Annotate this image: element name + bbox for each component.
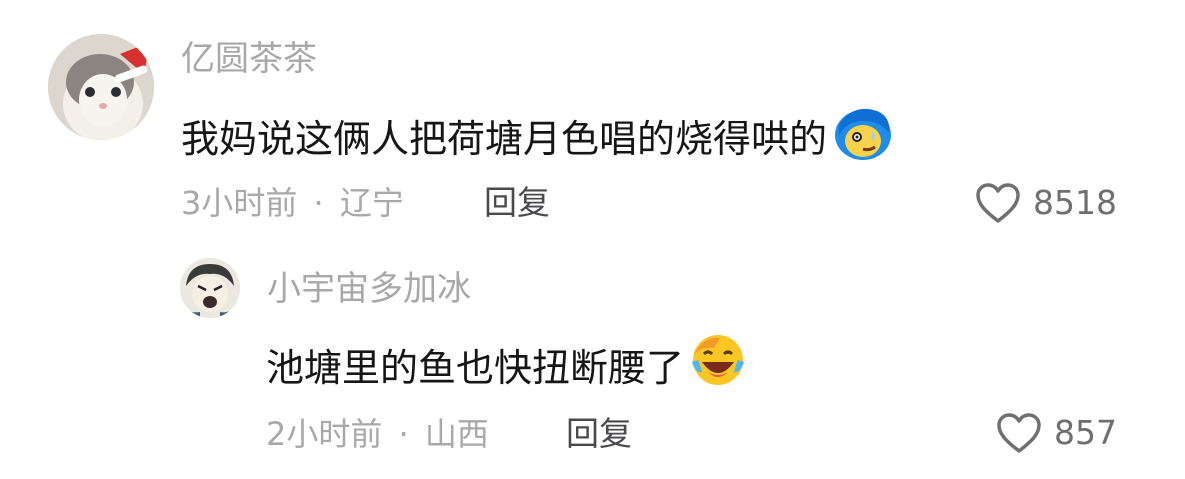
reply-button[interactable]: 回复 — [566, 414, 632, 454]
blue-hair-sweat-emoji-icon — [833, 105, 893, 173]
like-button[interactable]: 857 — [996, 410, 1117, 456]
meta-separator: · — [398, 415, 409, 453]
comment-text: 池塘里的鱼也快扭断腰了 — [266, 332, 746, 403]
meta-separator: · — [313, 184, 324, 222]
cat-avatar-icon — [48, 34, 154, 140]
like-count: 857 — [1054, 413, 1117, 452]
reply-button[interactable]: 回复 — [484, 183, 550, 223]
comment-meta: 2小时前 · 山西 — [266, 414, 489, 454]
heart-icon — [975, 182, 1021, 224]
like-count: 8518 — [1033, 183, 1117, 222]
comment-time: 3小时前 — [181, 184, 298, 222]
comment-time: 2小时前 — [266, 415, 383, 453]
heart-icon — [996, 412, 1042, 454]
comment-text-body: 池塘里的鱼也快扭断腰了 — [266, 345, 685, 390]
comment-item: 亿圆茶茶 我妈说这俩人把荷塘月色唱的烧得哄的 3小时前 · 辽宁 回复 8518 — [0, 0, 1185, 240]
comment-meta: 3小时前 · 辽宁 — [181, 183, 404, 223]
comment-text: 我妈说这俩人把荷塘月色唱的烧得哄的 — [181, 105, 893, 173]
user-avatar[interactable] — [180, 258, 240, 318]
cartoon-avatar-icon — [180, 258, 240, 318]
comment-location: 辽宁 — [339, 184, 404, 222]
username[interactable]: 小宇宙多加冰 — [267, 268, 471, 310]
like-button[interactable]: 8518 — [975, 180, 1117, 226]
username[interactable]: 亿圆茶茶 — [181, 38, 317, 80]
user-avatar[interactable] — [48, 34, 154, 140]
reply-comment-item: 小宇宙多加冰 池塘里的鱼也快扭断腰了 2小时前 · 山西 回复 857 — [0, 240, 1185, 479]
comment-location: 山西 — [424, 415, 489, 453]
comment-text-body: 我妈说这俩人把荷塘月色唱的烧得哄的 — [181, 117, 828, 161]
laughing-crying-emoji-icon — [690, 332, 746, 403]
